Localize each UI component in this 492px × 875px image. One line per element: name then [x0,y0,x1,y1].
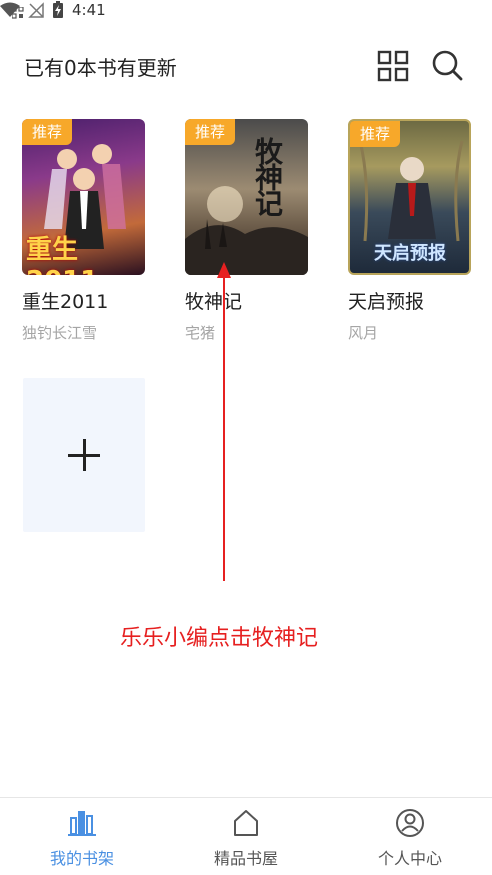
book-card[interactable]: 牧神记 推荐 牧神记 宅猪 [185,119,309,343]
home-icon [234,810,258,836]
book-card[interactable]: 重生2011 推荐 重生2011 独钓长江雪 [22,119,146,343]
bookshelf-icon [68,811,96,836]
recommend-badge: 推荐 [22,119,72,145]
bottom-nav: 我的书架 精品书屋 个人中心 [0,797,492,875]
book-title[interactable]: 重生2011 [22,287,146,314]
book-title[interactable]: 牧神记 [185,287,309,314]
search-icon[interactable] [430,48,464,82]
grid-view-icon[interactable] [377,50,409,82]
nav-label: 精品书屋 [213,849,278,868]
status-right-group: 4:41 [0,0,492,20]
nav-item-bookshelf[interactable]: 我的书架 [0,798,164,875]
recommend-badge: 推荐 [185,119,235,145]
annotation-text: 乐乐小编点击牧神记 [120,626,319,651]
cover-title-text: 牧神记 [251,137,284,215]
add-book-button[interactable] [23,378,145,532]
book-cover[interactable]: 重生2011 推荐 [22,119,145,275]
status-time: 4:41 [72,1,106,19]
annotation-arrow-line [223,276,225,581]
page-title: 已有0本书有更新 [24,56,177,80]
nav-item-store[interactable]: 精品书屋 [164,798,328,875]
battery-charging-icon [53,1,63,18]
book-cover[interactable]: 牧神记 推荐 [185,119,308,275]
book-title[interactable]: 天启预报 [348,287,472,314]
nav-label: 我的书架 [49,849,114,868]
book-cover[interactable]: 天启预报 推荐 [348,119,471,275]
nav-label: 个人中心 [377,849,442,868]
book-author: 独钓长江雪 [22,324,98,342]
status-bar: 4:41 [0,0,492,28]
book-author: 宅猪 [185,324,216,342]
plus-icon [83,439,86,471]
app-grid-icon [12,7,24,19]
nav-item-profile[interactable]: 个人中心 [328,798,492,875]
profile-icon [396,809,424,837]
cover-title-text: 重生2011 [26,235,98,275]
book-author: 风月 [348,324,379,342]
no-signal-icon [28,2,44,18]
book-card[interactable]: 天启预报 推荐 天启预报 风月 [348,119,472,343]
recommend-badge: 推荐 [350,121,400,147]
cover-title-text: 天启预报 [374,243,446,264]
